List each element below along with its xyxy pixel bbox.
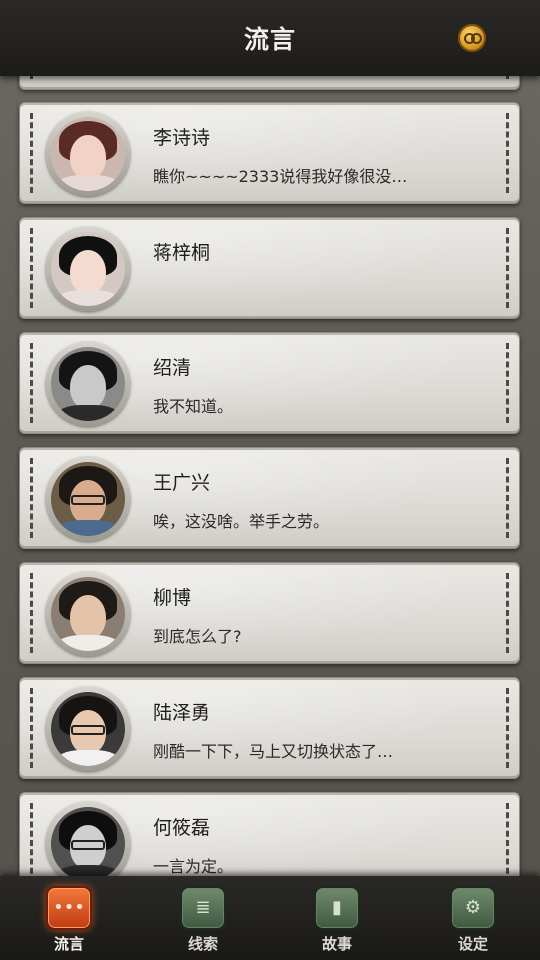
tab-clues[interactable]: ≣ 线索: [163, 886, 243, 960]
contact-name: 何筱磊: [153, 817, 211, 839]
tab-label: 故事: [321, 935, 352, 953]
coin-icon[interactable]: [458, 24, 486, 52]
app-screen: 李诗诗 瞧你~~~~2333说得我好像很没… 蒋梓桐 绍清 我不知道。 王广兴 …: [0, 0, 540, 960]
message-preview: 一言为定。: [153, 857, 234, 876]
message-preview: 我不知道。: [153, 397, 234, 416]
avatar: [46, 572, 130, 656]
avatar: [46, 687, 130, 771]
avatar: [46, 802, 130, 886]
contact-name: 蒋梓桐: [153, 242, 211, 264]
top-bar: 流言: [0, 0, 540, 76]
book-icon: ▮: [314, 886, 360, 930]
tab-rumors[interactable]: ••• 流言: [29, 886, 109, 960]
contact-card[interactable]: 李诗诗 瞧你~~~~2333说得我好像很没…: [19, 102, 520, 204]
contact-name: 李诗诗: [153, 127, 211, 149]
contact-name: 绍清: [153, 357, 192, 379]
contact-card[interactable]: 蒋梓桐: [19, 217, 520, 319]
tab-story[interactable]: ▮ 故事: [297, 886, 377, 960]
contact-name: 王广兴: [153, 472, 211, 494]
contact-card[interactable]: 王广兴 唉，这没啥。举手之劳。: [19, 447, 520, 549]
contact-card[interactable]: 绍清 我不知道。: [19, 332, 520, 434]
contact-name: 陆泽勇: [153, 702, 211, 724]
message-preview: 刚酷一下下，马上又切换状态了…: [153, 742, 394, 761]
tab-label: 设定: [457, 935, 488, 953]
bottom-nav: ••• 流言 ≣ 线索 ▮ 故事 ⚙ 设定: [0, 876, 540, 960]
avatar: [46, 457, 130, 541]
contact-card[interactable]: 柳博 到底怎么了?: [19, 562, 520, 664]
contact-card[interactable]: 陆泽勇 刚酷一下下，马上又切换状态了…: [19, 677, 520, 779]
message-preview: 瞧你~~~~2333说得我好像很没…: [153, 167, 408, 186]
document-icon: ≣: [180, 886, 226, 930]
avatar: [46, 227, 130, 311]
contact-name: 柳博: [153, 587, 192, 609]
tab-label: 流言: [53, 935, 84, 953]
tab-label: 线索: [187, 935, 218, 953]
message-preview: 到底怎么了?: [153, 627, 242, 646]
message-preview: 唉，这没啥。举手之劳。: [153, 512, 330, 531]
avatar: [46, 342, 130, 426]
contact-list[interactable]: 李诗诗 瞧你~~~~2333说得我好像很没… 蒋梓桐 绍清 我不知道。 王广兴 …: [0, 0, 540, 894]
tab-settings[interactable]: ⚙ 设定: [433, 886, 513, 960]
avatar: [46, 112, 130, 196]
gear-icon: ⚙: [450, 886, 496, 930]
chat-bubble-icon: •••: [46, 886, 92, 930]
